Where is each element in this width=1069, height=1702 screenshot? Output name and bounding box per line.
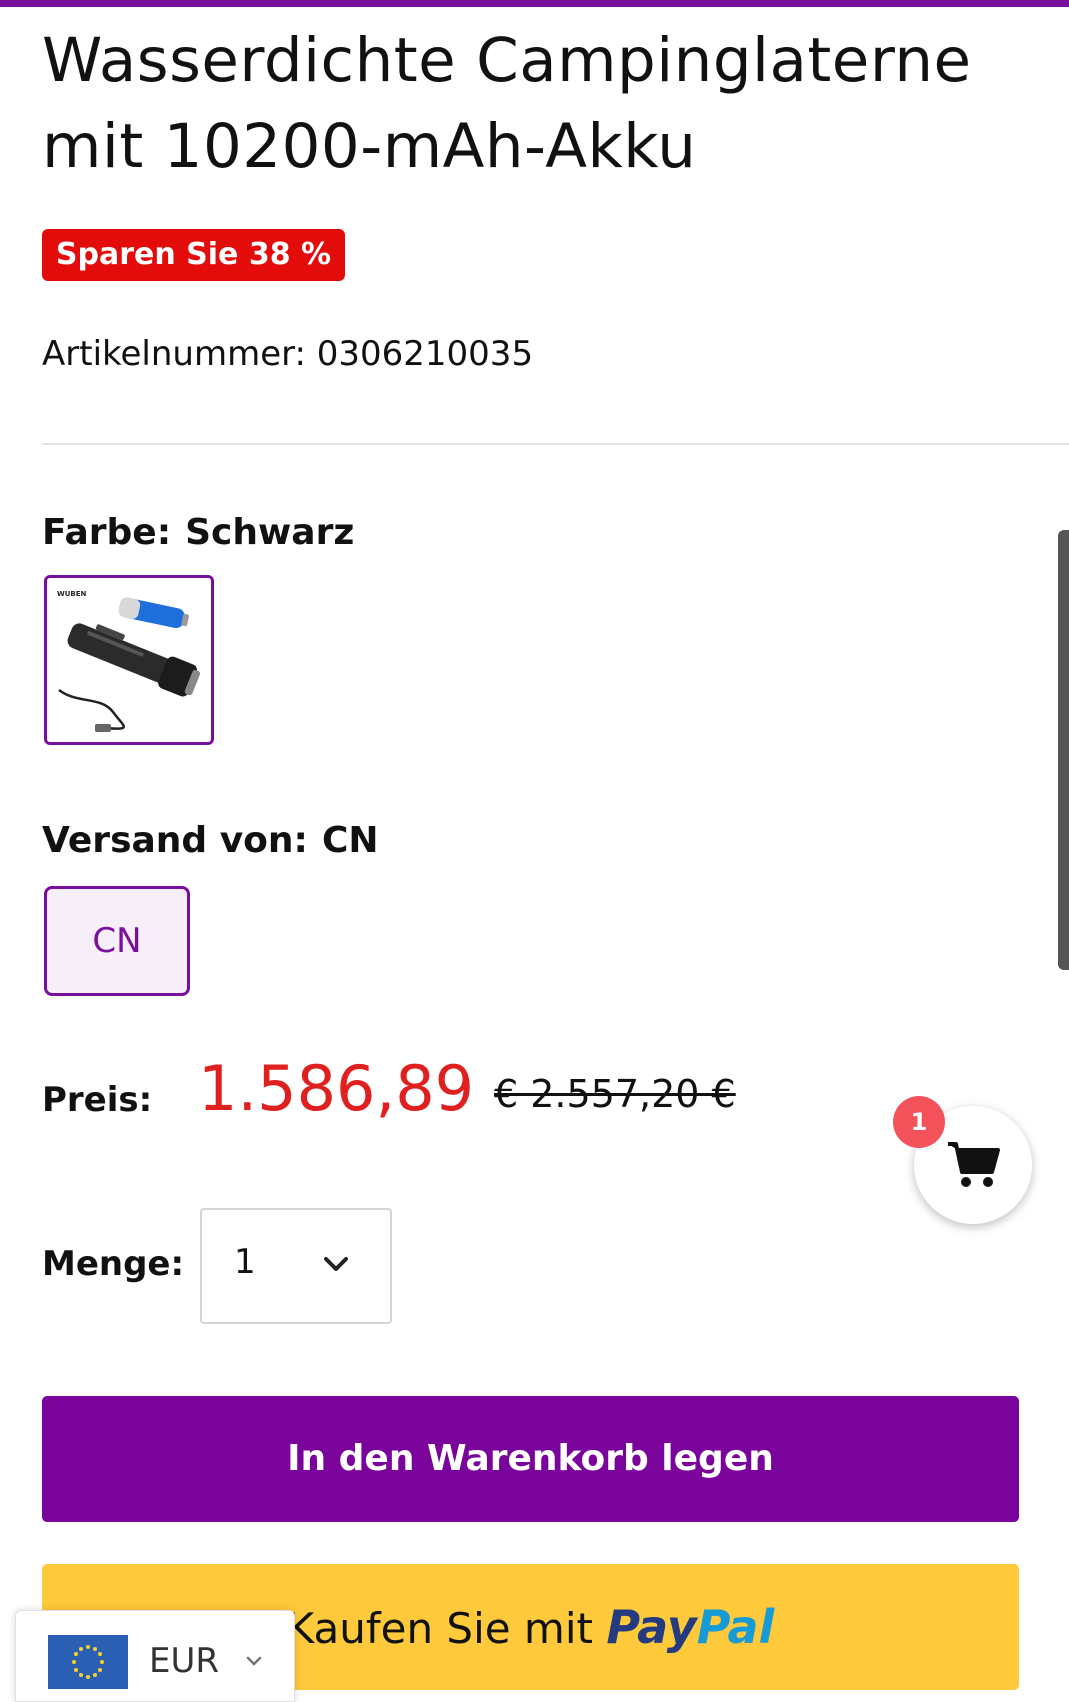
scrollbar-thumb[interactable] [1058, 530, 1069, 970]
currency-code: EUR [149, 1641, 219, 1681]
chevron-down-icon [324, 1257, 348, 1271]
paypal-logo: PayPal [606, 1600, 774, 1654]
price-label: Preis: [42, 1080, 153, 1120]
color-swatch-schwarz[interactable]: WUBEN [44, 575, 214, 745]
shipping-selected-value: CN [321, 820, 379, 861]
top-accent-bar [0, 0, 1069, 7]
quantity-select[interactable]: 1 [200, 1208, 392, 1324]
color-option-label: Farbe: Schwarz [42, 512, 354, 553]
divider [42, 443, 1069, 445]
add-to-cart-button[interactable]: In den Warenkorb legen [42, 1396, 1019, 1522]
quantity-value: 1 [234, 1242, 256, 1282]
chevron-down-icon [246, 1656, 262, 1666]
shipping-option-label: Versand von: CN [42, 820, 379, 861]
color-label: Farbe: [42, 512, 172, 553]
shopping-cart-icon [948, 1142, 1000, 1187]
shipping-option-cn-button[interactable]: CN [44, 886, 190, 996]
shipping-label: Versand von: [42, 820, 308, 861]
cart-count-badge: 1 [893, 1096, 945, 1148]
quantity-label: Menge: [42, 1244, 185, 1284]
color-selected-value: Schwarz [185, 512, 355, 553]
current-price: 1.586,89 [198, 1052, 475, 1125]
paypal-logo-part1: Pay [606, 1600, 697, 1654]
eu-flag-icon [48, 1635, 128, 1689]
thumbnail-brand-text: WUBEN [57, 590, 87, 598]
currency-selector[interactable]: EUR [15, 1610, 295, 1702]
flashlight-thumbnail: WUBEN [47, 578, 211, 742]
original-price: € 2.557,20 € [494, 1072, 736, 1116]
paypal-button-text: Kaufen Sie mit [286, 1604, 593, 1653]
product-title: Wasserdichte Campinglaterne mit 10200-mA… [42, 25, 972, 182]
discount-badge: Sparen Sie 38 % [42, 229, 345, 281]
product-sku: Artikelnummer: 0306210035 [42, 334, 534, 374]
paypal-logo-part2: Pal [696, 1600, 775, 1654]
